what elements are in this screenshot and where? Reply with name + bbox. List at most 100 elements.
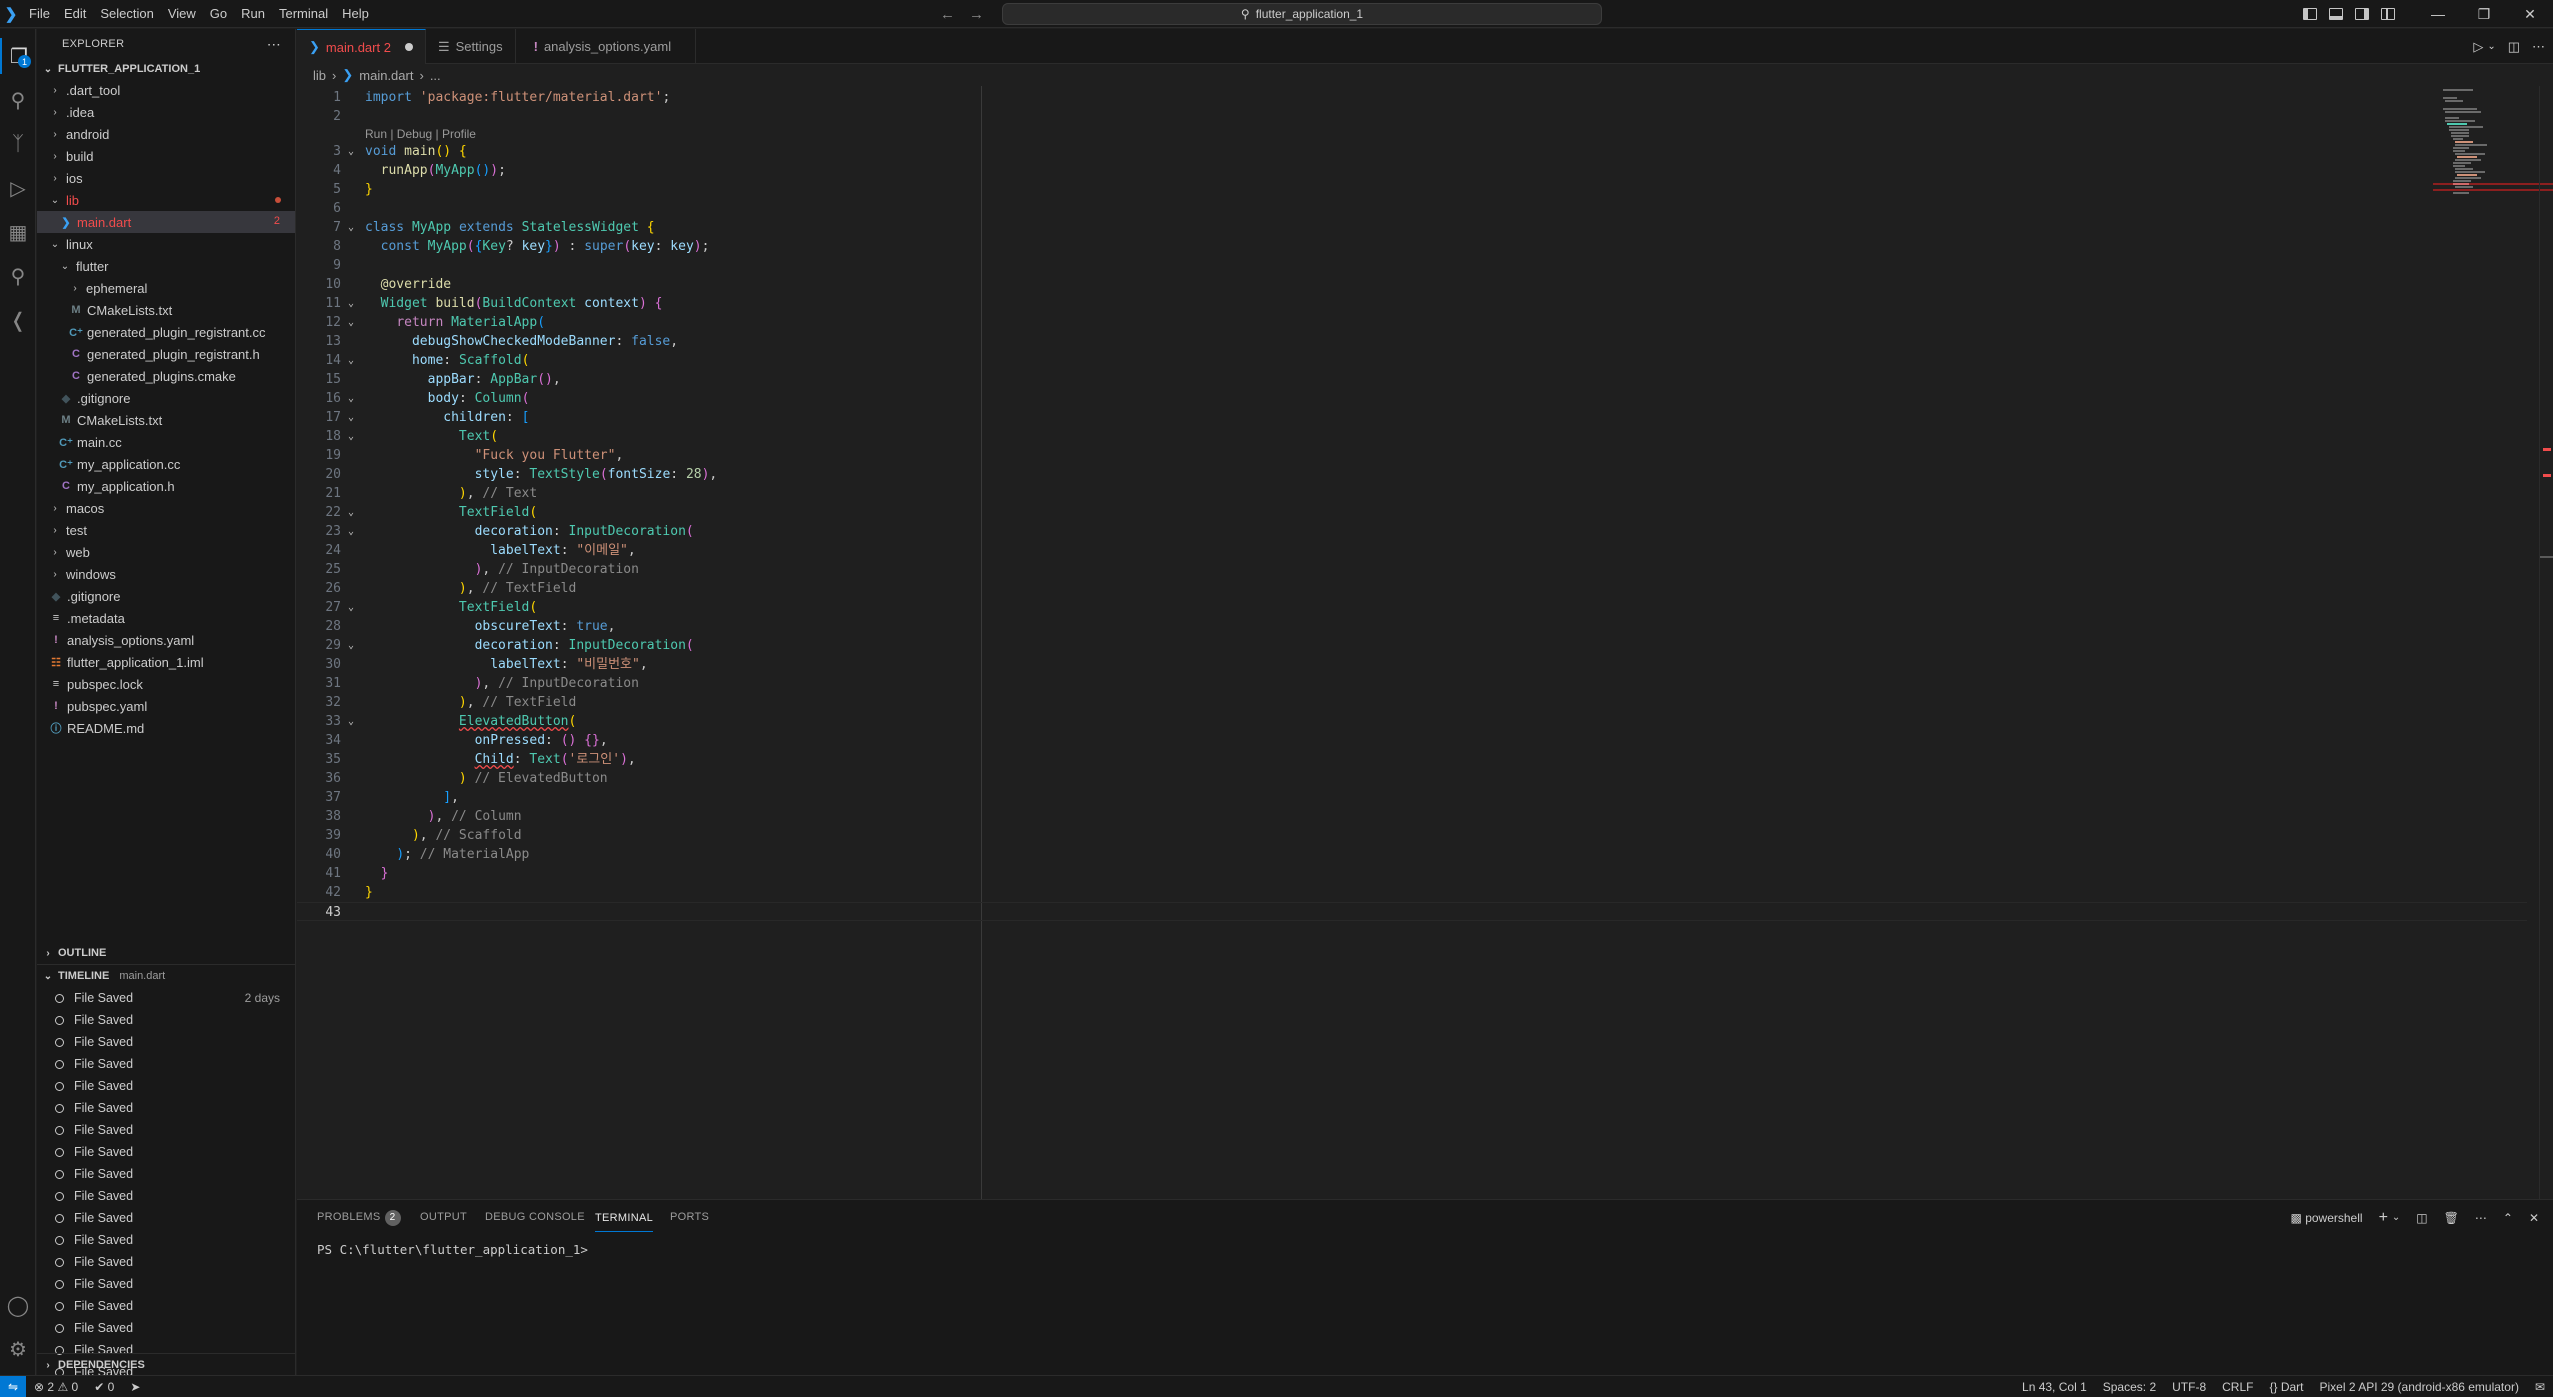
code-line[interactable]: 7 ⌄ class MyApp extends StatelessWidget { [297, 218, 2527, 237]
restore-window-icon[interactable]: ❐ [2461, 0, 2507, 28]
split-editor-icon[interactable]: ◫ [2508, 39, 2520, 55]
ports-status[interactable]: ✔ 0 [86, 1380, 122, 1394]
trash-icon[interactable]: 🗑 [2444, 1211, 2459, 1225]
code-line[interactable]: 11 ⌄ Widget build(BuildContext context) { [297, 294, 2527, 313]
file-item[interactable]: ! analysis_options.yaml [37, 629, 295, 651]
file-item[interactable]: Cgenerated_plugin_registrant.h [37, 343, 295, 365]
timeline-entry[interactable]: File Saved 2 days [37, 987, 296, 1009]
code-line[interactable]: 37 ], [297, 788, 2527, 807]
menu-edit[interactable]: Edit [57, 0, 93, 28]
menu-terminal[interactable]: Terminal [272, 0, 335, 28]
file-item[interactable]: ≡ pubspec.lock [37, 673, 295, 695]
unsaved-dot-icon[interactable] [404, 43, 413, 51]
file-item[interactable]: ❯ main.dart 2 [37, 211, 295, 233]
folder-item[interactable]: › .dart_tool [37, 79, 295, 101]
end-of-line[interactable]: CRLF [2214, 1380, 2261, 1394]
fold-chevron-icon[interactable]: ⌄ [348, 351, 354, 370]
timeline-entry[interactable]: File Saved [37, 1009, 296, 1031]
timeline-entry[interactable]: File Saved [37, 1207, 296, 1229]
code-line[interactable]: 41 } [297, 864, 2527, 883]
tab-debug-console[interactable]: DEBUG CONSOLE [485, 1200, 585, 1235]
menu-help[interactable]: Help [335, 0, 376, 28]
tab-ports[interactable]: PORTS [670, 1200, 709, 1235]
customize-layout-icon[interactable] [2381, 8, 2395, 20]
breadcrumb-file[interactable]: main.dart [359, 68, 413, 83]
split-terminal-icon[interactable]: ◫ [2416, 1211, 2427, 1225]
folder-item[interactable]: › android [37, 123, 295, 145]
project-section-title[interactable]: ⌄ FLUTTER_APPLICATION_1 [37, 59, 295, 79]
code-line[interactable]: 3 ⌄ void main() { [297, 142, 2527, 161]
file-item[interactable]: ! pubspec.yaml [37, 695, 295, 717]
code-line[interactable]: 16 ⌄ body: Column( [297, 389, 2527, 408]
timeline-entry[interactable]: File Saved [37, 1097, 296, 1119]
tab-main-dart[interactable]: ❯ main.dart 2 [297, 29, 426, 64]
timeline-entry[interactable]: File Saved [37, 1075, 296, 1097]
folder-item[interactable]: ⌄ flutter [37, 255, 295, 277]
file-item[interactable]: M CMakeLists.txt [37, 299, 295, 321]
file-item[interactable]: ⓘ README.md [37, 717, 295, 739]
folder-item[interactable]: › web [37, 541, 295, 563]
code-line[interactable]: 2 [297, 107, 2527, 126]
timeline-entry[interactable]: File Saved [37, 1141, 296, 1163]
timeline-entry[interactable]: File Saved [37, 1295, 296, 1317]
folder-item[interactable]: › build [37, 145, 295, 167]
fold-chevron-icon[interactable]: ⌄ [348, 636, 354, 655]
code-line[interactable]: 43 [297, 902, 2527, 921]
more-actions-icon[interactable]: ⋯ [2532, 39, 2545, 55]
testing-flask-icon[interactable]: ⚲ [0, 258, 36, 294]
code-line[interactable]: 29 ⌄ decoration: InputDecoration( [297, 636, 2527, 655]
code-line[interactable]: 9 [297, 256, 2527, 275]
code-line[interactable]: 18 ⌄ Text( [297, 427, 2527, 446]
timeline-entry[interactable]: File Saved [37, 1053, 296, 1075]
more-actions-icon[interactable]: ⋯ [2475, 1211, 2487, 1225]
code-line[interactable]: 32 ), // TextField [297, 693, 2527, 712]
code-line[interactable]: 28 obscureText: true, [297, 617, 2527, 636]
code-editor[interactable]: 1 import 'package:flutter/material.dart';… [297, 86, 2553, 1199]
problems-status[interactable]: ⊗ 2 ⚠ 0 [26, 1380, 86, 1394]
menu-run[interactable]: Run [234, 0, 272, 28]
code-line[interactable]: 4 runApp(MyApp()); [297, 161, 2527, 180]
maximize-panel-icon[interactable]: ⌃ [2503, 1211, 2513, 1225]
command-center-search[interactable]: ⚲ flutter_application_1 [1002, 3, 1602, 25]
file-item[interactable]: C⁺ main.cc [37, 431, 295, 453]
timeline-entry[interactable]: File Saved [37, 1229, 296, 1251]
folder-item[interactable]: ⌄ lib [37, 189, 295, 211]
file-item[interactable]: ◆ .gitignore [37, 585, 295, 607]
code-line[interactable]: 12 ⌄ return MaterialApp( [297, 313, 2527, 332]
timeline-entry[interactable]: File Saved [37, 1317, 296, 1339]
code-line[interactable]: 33 ⌄ ElevatedButton( [297, 712, 2527, 731]
toggle-panel-icon[interactable] [2329, 8, 2343, 20]
encoding[interactable]: UTF-8 [2164, 1380, 2214, 1394]
breadcrumb-symbol[interactable]: ... [430, 68, 441, 83]
outline-section-title[interactable]: › OUTLINE [37, 942, 296, 964]
code-line[interactable]: 40 ); // MaterialApp [297, 845, 2527, 864]
menu-go[interactable]: Go [203, 0, 234, 28]
account-icon[interactable]: ◯ [0, 1287, 36, 1323]
file-item[interactable]: C⁺ generated_plugin_registrant.cc [37, 321, 295, 343]
timeline-section-title[interactable]: ⌄ TIMELINE main.dart [37, 965, 296, 987]
timeline-entry[interactable]: File Saved [37, 1251, 296, 1273]
source-control-icon[interactable]: ᛉ [0, 126, 36, 162]
code-line[interactable]: 8 const MyApp({Key? key}) : super(key: k… [297, 237, 2527, 256]
fold-chevron-icon[interactable]: ⌄ [348, 427, 354, 446]
fold-chevron-icon[interactable]: ⌄ [348, 503, 354, 522]
code-line[interactable]: 10 @override [297, 275, 2527, 294]
file-item[interactable]: Cgenerated_plugins.cmake [37, 365, 295, 387]
fold-chevron-icon[interactable]: ⌄ [348, 294, 354, 313]
code-line[interactable]: 13 debugShowCheckedModeBanner: false, [297, 332, 2527, 351]
timeline-entry[interactable]: File Saved [37, 1273, 296, 1295]
terminal-shell-selector[interactable]: ▩ powershell [2291, 1211, 2363, 1225]
file-item[interactable]: Cmy_application.h [37, 475, 295, 497]
folder-item[interactable]: › ios [37, 167, 295, 189]
code-line[interactable]: 26 ), // TextField [297, 579, 2527, 598]
code-line[interactable]: 34 onPressed: () {}, [297, 731, 2527, 750]
toggle-primary-sidebar-icon[interactable] [2303, 8, 2317, 20]
code-line[interactable]: 36 ) // ElevatedButton [297, 769, 2527, 788]
add-terminal-icon[interactable]: + [2379, 1209, 2388, 1227]
fold-chevron-icon[interactable]: ⌄ [348, 598, 354, 617]
toggle-secondary-sidebar-icon[interactable] [2355, 8, 2369, 20]
close-panel-icon[interactable]: ✕ [2529, 1211, 2539, 1225]
code-line[interactable]: 31 ), // InputDecoration [297, 674, 2527, 693]
timeline-entry[interactable]: File Saved [37, 1119, 296, 1141]
search-icon[interactable]: ⚲ [0, 82, 36, 118]
